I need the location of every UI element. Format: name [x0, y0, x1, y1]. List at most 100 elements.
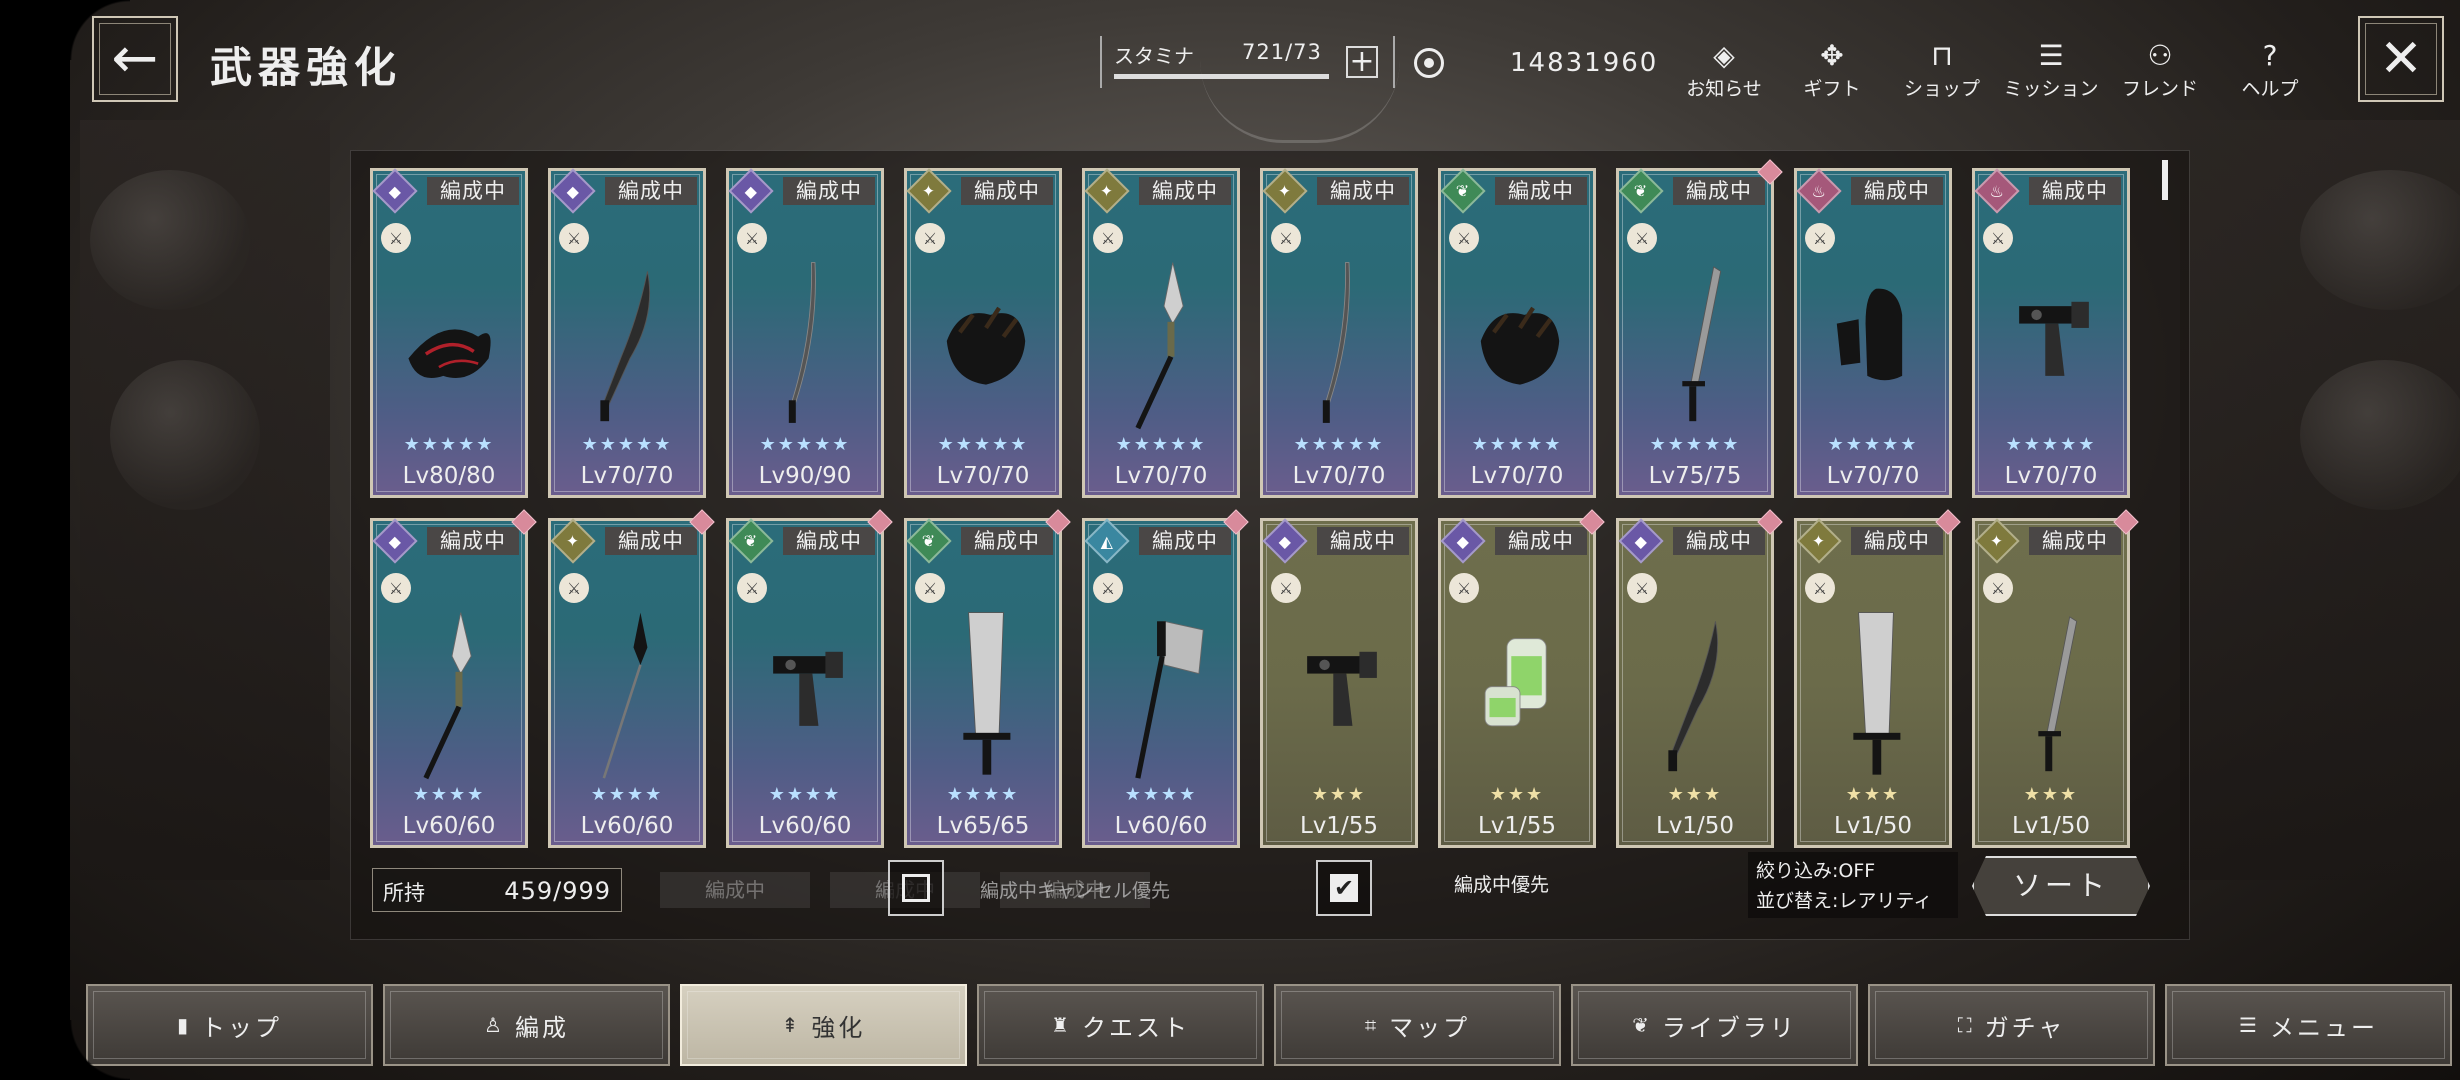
rarity-stars: ★★★	[1311, 784, 1367, 805]
background-ornament	[2300, 360, 2460, 510]
background-ornament	[90, 170, 250, 310]
tab-label: ライブラリ	[1661, 1013, 1797, 1042]
weapon-level: Lv70/70	[1292, 463, 1386, 489]
attribute-icon: ✦	[1974, 518, 2020, 564]
attribute-icon: ✦	[550, 518, 596, 564]
weapon-card[interactable]: ✦ 編成中 ⚔ ★★★★★ Lv70/70	[1260, 168, 1418, 498]
scrollbar[interactable]	[2162, 160, 2168, 200]
weapon-card[interactable]: ◆ 編成中 ⚔ ★★★ Lv1/55	[1438, 509, 1605, 848]
attribute-glyph: ❦	[922, 531, 936, 551]
bottom-navigation: ▮ トップ ♙ 編成 ⇞ 強化 ♜ クエスト ⌗ マップ ❦ ライブラリ ⛶ ガチャ ☰ メニュー	[86, 984, 2452, 1066]
rarity-stars: ★★★★★	[403, 434, 495, 455]
attribute-icon: ◆	[1262, 518, 1308, 564]
gift-icon: ✥	[1820, 39, 1844, 72]
weapon-card[interactable]: ❦ 編成中 ⚔ ★★★★ Lv65/65	[904, 509, 1071, 848]
attribute-icon: ✦	[906, 168, 952, 214]
close-button[interactable]: ✕	[2358, 16, 2444, 102]
weapon-card[interactable]: ✦ 編成中 ⚔ ★★★ Lv1/50	[1972, 509, 2139, 848]
tab-icon: ⛶	[1957, 1013, 1975, 1037]
weapon-level: Lv70/70	[1826, 463, 1920, 489]
rarity-stars: ★★★★★	[1293, 434, 1385, 455]
topnav-friend[interactable]: ⚇ フレンド	[2112, 38, 2208, 101]
sort-button[interactable]: ソート	[1972, 856, 2150, 916]
rarity-stars: ★★★★★	[2005, 434, 2097, 455]
rarity-stars: ★★★★★	[1471, 434, 1563, 455]
weapon-card[interactable]: ✦ 編成中 ⚔ ★★★★★ Lv70/70	[1082, 168, 1240, 498]
weapon-card[interactable]: ◆ 編成中 ⚔ ★★★★ Lv60/60	[370, 509, 537, 848]
weapon-card[interactable]: ✦ 編成中 ⚔ ★★★★★ Lv70/70	[904, 168, 1062, 498]
equipped-badge: 編成中	[961, 527, 1053, 555]
weapon-level: Lv60/60	[758, 813, 852, 839]
weapon-card[interactable]: ◭ 編成中 ⚔ ★★★★ Lv60/60	[1082, 509, 1249, 848]
weapon-level: Lv1/55	[1477, 813, 1557, 839]
bottomnav-tab[interactable]: ⌗ マップ	[1274, 984, 1561, 1066]
weapon-image	[1853, 612, 1901, 775]
topnav-help[interactable]: ? ヘルプ	[2222, 38, 2318, 101]
shop-icon: ⊓	[1931, 39, 1953, 72]
weapon-card[interactable]: ❦ 編成中 ⚔ ★★★★ Lv60/60	[726, 509, 893, 848]
topnav-news[interactable]: ◈ お知らせ	[1676, 38, 1772, 101]
equipped-badge: 編成中	[1139, 177, 1231, 205]
cancel-priority-checkbox[interactable]	[888, 860, 944, 916]
weapon-card[interactable]: ◆ 編成中 ⚔ ★★★★★ Lv90/90	[726, 168, 884, 498]
weapon-card[interactable]: ◆ 編成中 ⚔ ★★★ Lv1/50	[1616, 509, 1783, 848]
coin-icon	[1414, 48, 1444, 78]
friend-icon: ⚇	[2147, 39, 2173, 72]
topnav-mission[interactable]: ☰ ミッション	[2003, 38, 2099, 101]
tab-icon: ♜	[1051, 1013, 1072, 1037]
weapon-card[interactable]: ✦ 編成中 ⚔ ★★★★ Lv60/60	[548, 509, 715, 848]
background-ornament	[110, 360, 260, 510]
weapon-level: Lv90/90	[758, 463, 852, 489]
stamina-value: 721/73	[1242, 40, 1322, 64]
weapon-card[interactable]: ❦ 編成中 ⚔ ★★★★★ Lv70/70	[1438, 168, 1596, 498]
equipped-badge: 編成中	[1139, 527, 1231, 555]
sort-order-text: 並び替え:レアリティ	[1756, 890, 1933, 912]
weapon-art	[747, 591, 869, 791]
tab-label: 強化	[811, 1013, 866, 1042]
weapon-art	[391, 241, 513, 441]
tab-icon: ❦	[1632, 1013, 1652, 1037]
weapon-card[interactable]: ♨ 編成中 ⚔ ★★★★★ Lv70/70	[1972, 168, 2130, 498]
bottomnav-tab[interactable]: ♙ 編成	[383, 984, 670, 1066]
attribute-icon: ✦	[1796, 518, 1842, 564]
topnav-label: お知らせ	[1686, 78, 1762, 100]
owned-count-box: 所持 459/999	[372, 868, 622, 912]
weapon-level: Lv70/70	[936, 463, 1030, 489]
stamina-bar	[1114, 74, 1329, 79]
attribute-icon: ◆	[550, 168, 596, 214]
bottomnav-tab[interactable]: ☰ メニュー	[2165, 984, 2452, 1066]
help-icon: ?	[2262, 39, 2278, 72]
weapon-card[interactable]: ◆ 編成中 ⚔ ★★★★★ Lv80/80	[370, 168, 528, 498]
equipped-badge: 編成中	[1495, 527, 1587, 555]
weapon-card[interactable]: ✦ 編成中 ⚔ ★★★ Lv1/50	[1794, 509, 1961, 848]
checkbox-empty-icon	[902, 874, 930, 902]
topnav-gift[interactable]: ✥ ギフト	[1784, 38, 1880, 101]
bottomnav-tab[interactable]: ❦ ライブラリ	[1571, 984, 1858, 1066]
stamina-gauge: スタミナ 721/73 +	[1100, 36, 1382, 88]
weapon-card[interactable]: ❦ 編成中 ⚔ ★★★★★ Lv75/75	[1616, 159, 1783, 498]
weapon-card[interactable]: ◆ 編成中 ⚔ ★★★★★ Lv70/70	[548, 168, 706, 498]
rarity-stars: ★★★★★	[937, 434, 1029, 455]
topnav-shop[interactable]: ⊓ ショップ	[1894, 38, 1990, 101]
bottomnav-tab[interactable]: ♜ クエスト	[977, 984, 1264, 1066]
stamina-add-button[interactable]: +	[1346, 46, 1378, 78]
bottomnav-tab[interactable]: ⇞ 強化	[680, 984, 967, 1066]
weapon-level: Lv70/70	[1470, 463, 1564, 489]
attribute-glyph: ✦	[922, 181, 936, 201]
tab-icon: ⇞	[781, 1013, 802, 1037]
weapon-card[interactable]: ♨ 編成中 ⚔ ★★★★★ Lv70/70	[1794, 168, 1952, 498]
attribute-glyph: ◭	[1100, 531, 1114, 551]
weapon-image	[946, 306, 1026, 385]
weapon-image	[1668, 621, 1718, 772]
equipped-priority-checkbox[interactable]: ✔	[1316, 860, 1372, 916]
filter-status[interactable]: 絞り込み:OFF 並び替え:レアリティ	[1748, 852, 1958, 918]
weapon-card[interactable]: ◆ 編成中 ⚔ ★★★ Lv1/55	[1260, 518, 1418, 848]
rarity-stars: ★★★	[1489, 784, 1545, 805]
weapon-image	[788, 262, 816, 423]
weapon-art	[569, 591, 691, 791]
weapon-art	[1459, 241, 1581, 441]
bottomnav-tab[interactable]: ⛶ ガチャ	[1868, 984, 2155, 1066]
weapon-image	[963, 612, 1011, 775]
checkmark-icon: ✔	[1330, 874, 1358, 902]
game-screen: ← 武器強化 スタミナ 721/73 + 14831960 ◈ お知らせ ✥ ギ…	[0, 0, 2460, 1080]
